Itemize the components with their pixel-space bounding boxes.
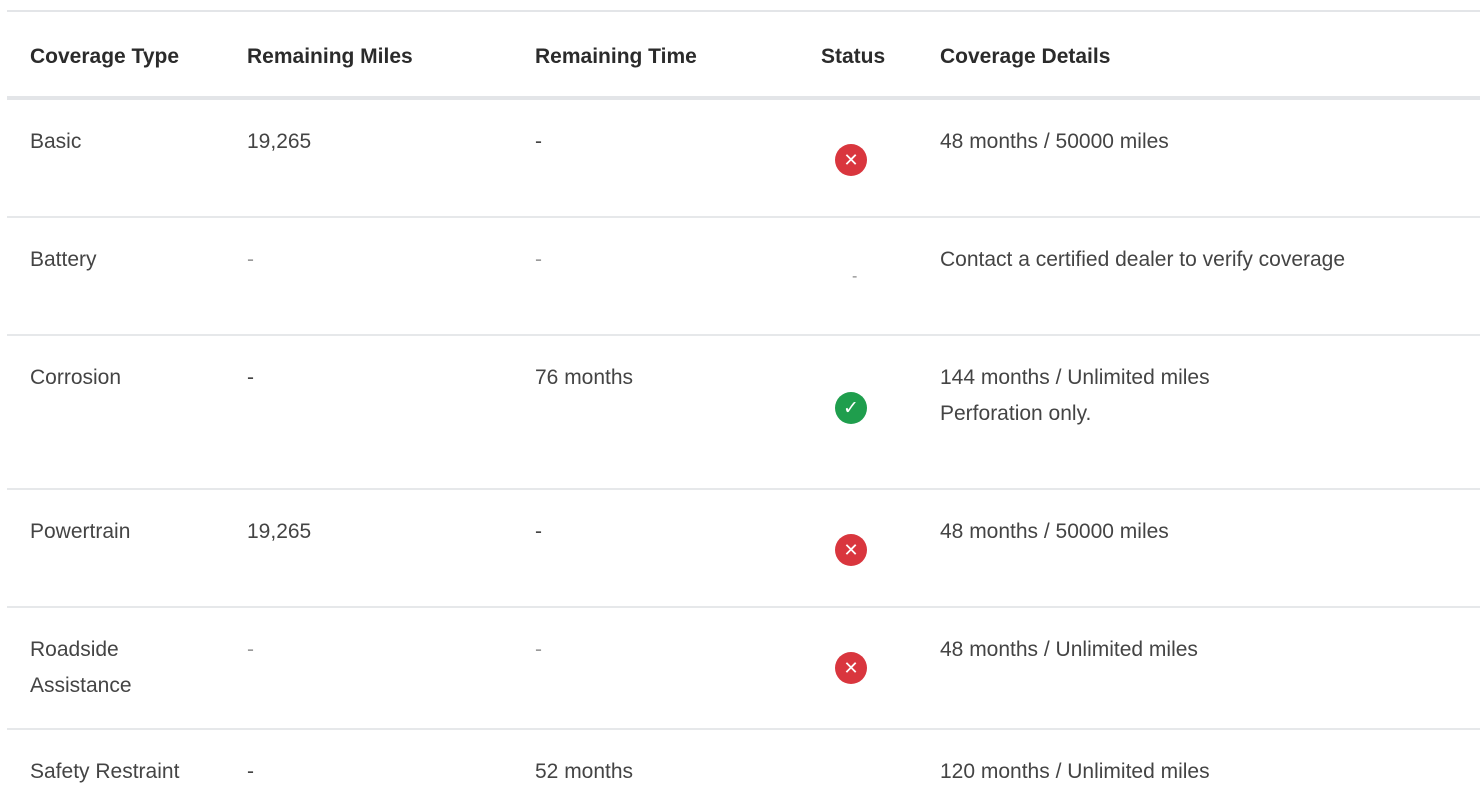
table-row: Powertrain 19,265 - ✕ 48 months / 50000 … <box>7 490 1480 608</box>
x-circle-icon: ✕ <box>835 144 867 176</box>
coverage-type-cell: Corrosion <box>30 366 122 389</box>
table-row: Roadside Assistance - - ✕ 48 months / Un… <box>7 608 1480 730</box>
table-header-row: Coverage Type Remaining Miles Remaining … <box>7 12 1480 100</box>
remaining-miles-cell: 19,265 <box>247 520 312 543</box>
remaining-time-cell: - <box>535 638 542 661</box>
coverage-type-cell: Safety Restraint <box>30 760 180 783</box>
coverage-details-line: 144 months / Unlimited miles <box>940 366 1210 389</box>
header-status: Status <box>821 45 886 68</box>
coverage-details-cell: 48 months / Unlimited miles <box>940 638 1198 661</box>
remaining-time-cell: - <box>535 520 542 543</box>
status-cell: - <box>852 268 858 285</box>
coverage-details-cell: Contact a certified dealer to verify cov… <box>940 248 1346 271</box>
remaining-miles-cell: - <box>247 248 254 271</box>
x-circle-icon: ✕ <box>835 534 867 566</box>
coverage-type-cell: Battery <box>30 248 97 271</box>
table-row: Basic 19,265 - ✕ 48 months / 50000 miles <box>7 100 1480 218</box>
remaining-miles-cell: 19,265 <box>247 130 312 153</box>
header-coverage-details: Coverage Details <box>940 45 1111 68</box>
header-remaining-miles: Remaining Miles <box>247 45 413 68</box>
x-circle-icon: ✕ <box>835 652 867 684</box>
coverage-type-cell: Powertrain <box>30 520 131 543</box>
coverage-details-cell: 144 months / Unlimited miles Perforation… <box>940 360 1470 432</box>
remaining-time-cell: - <box>535 130 542 153</box>
remaining-time-cell: - <box>535 248 542 271</box>
coverage-details-cell: 48 months / 50000 miles <box>940 130 1169 153</box>
coverage-table: Coverage Type Remaining Miles Remaining … <box>7 10 1480 790</box>
remaining-time-cell: 52 months <box>535 760 634 783</box>
remaining-miles-cell: - <box>247 638 254 661</box>
table-row: Battery - - - Contact a certified dealer… <box>7 218 1480 336</box>
coverage-type-cell: Basic <box>30 130 82 153</box>
coverage-details-note: Perforation only. <box>940 402 1092 425</box>
header-remaining-time: Remaining Time <box>535 45 697 68</box>
check-circle-icon: ✓ <box>835 392 867 424</box>
remaining-time-cell: 76 months <box>535 366 634 389</box>
remaining-miles-cell: - <box>247 760 254 783</box>
table-row: Corrosion - 76 months ✓ 144 months / Unl… <box>7 336 1480 490</box>
header-coverage-type: Coverage Type <box>30 45 179 68</box>
table-row: Safety Restraint - 52 months 120 months … <box>7 730 1480 790</box>
coverage-type-cell: Roadside Assistance <box>30 638 132 697</box>
remaining-miles-cell: - <box>247 366 254 389</box>
coverage-details-cell: 48 months / 50000 miles <box>940 520 1169 543</box>
coverage-details-cell: 120 months / Unlimited miles <box>940 760 1210 783</box>
